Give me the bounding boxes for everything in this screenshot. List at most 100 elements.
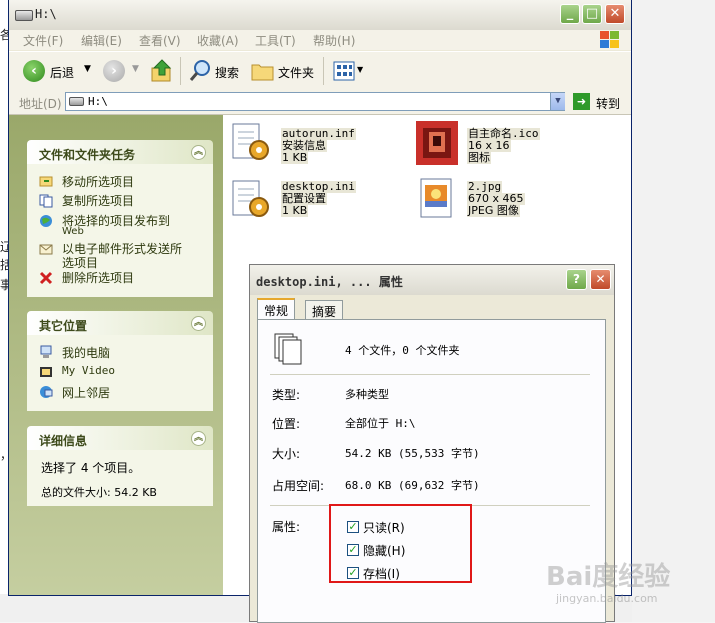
address-label: 地址(D): [19, 97, 62, 111]
toolbar: ‹ 后退 ▼ › ▼ 搜索 文件夹 ▼: [9, 51, 631, 91]
attributes-label: 属性:: [272, 520, 301, 534]
panel-header-details[interactable]: 详细信息 ︽: [27, 426, 213, 450]
dialog-title-bar[interactable]: desktop.ini, ... 属性 ? ✕: [250, 265, 614, 295]
address-input[interactable]: H:\ ▼: [65, 92, 565, 111]
background-page-right: [632, 0, 715, 622]
task-copy[interactable]: 复制所选项目: [62, 192, 134, 209]
publish-web-icon: [40, 215, 52, 227]
task-pane: 文件和文件夹任务 ︽ 移动所选项目 复制所选项目 将选择的项目发布到 Web 以…: [9, 115, 223, 595]
address-bar: 地址(D) H:\ ▼ ➜ 转到: [9, 90, 631, 115]
drive-icon: [69, 97, 84, 106]
views-dropdown-icon[interactable]: ▼: [357, 65, 363, 74]
folders-button-label[interactable]: 文件夹: [278, 64, 314, 81]
panel-body-details: 选择了 4 个项目。 总的文件大小: 54.2 KB: [27, 450, 213, 506]
menu-edit[interactable]: 编辑(E): [81, 32, 122, 49]
file-size: 1 KB: [281, 204, 309, 217]
details-selected-count: 选择了 4 个项目。: [41, 461, 141, 475]
my-computer-icon: [40, 345, 52, 358]
panel-title: 文件和文件夹任务: [39, 148, 136, 162]
size-label: 大小:: [272, 447, 301, 461]
place-my-computer[interactable]: 我的电脑: [62, 344, 110, 361]
file-size: 1 KB: [281, 151, 309, 164]
tab-summary[interactable]: 摘要: [305, 300, 344, 319]
delete-icon: [39, 271, 53, 285]
collapse-chevron-icon[interactable]: ︽: [191, 145, 206, 160]
task-publish-web[interactable]: Web: [62, 226, 84, 237]
address-dropdown-icon[interactable]: ▼: [550, 93, 565, 110]
menu-bar: 文件(F) 编辑(E) 查看(V) 收藏(A) 工具(T) 帮助(H): [9, 30, 631, 50]
type-label: 类型:: [272, 388, 301, 402]
drive-icon: [15, 10, 33, 21]
type-value: 多种类型: [345, 388, 389, 401]
menu-tools[interactable]: 工具(T): [255, 32, 296, 49]
ico-image-icon: [416, 121, 458, 165]
toolbar-separator: [323, 57, 324, 85]
collapse-chevron-icon[interactable]: ︽: [191, 431, 206, 446]
address-value: H:\: [88, 95, 108, 108]
panel-body-file-tasks: 移动所选项目 复制所选项目 将选择的项目发布到 Web 以电子邮件形式发送所 选…: [27, 164, 213, 297]
network-icon: [40, 386, 53, 398]
video-folder-icon: [40, 367, 52, 377]
file-size: JPEG 图像: [467, 204, 520, 217]
close-button[interactable]: ✕: [605, 4, 625, 24]
location-value: 全部位于 H:\: [345, 417, 416, 430]
dialog-title: desktop.ini, ... 属性: [256, 275, 403, 289]
details-total-size: 总的文件大小: 54.2 KB: [41, 486, 157, 499]
panel-title: 详细信息: [39, 434, 88, 448]
multiple-files-icon: [274, 333, 302, 365]
go-button-label[interactable]: 转到: [596, 95, 620, 112]
up-folder-icon[interactable]: [150, 58, 174, 84]
title-bar[interactable]: H:\ _ □ ✕: [9, 0, 631, 31]
disk-size-value: 68.0 KB (69,632 字节): [345, 479, 480, 492]
search-button-label[interactable]: 搜索: [215, 64, 239, 81]
tab-general[interactable]: 常规: [257, 298, 296, 319]
place-network[interactable]: 网上邻居: [62, 384, 110, 401]
location-label: 位置:: [272, 417, 301, 431]
divider: [270, 374, 590, 375]
attributes-highlight-box: [329, 504, 472, 583]
size-value: 54.2 KB (55,533 字节): [345, 447, 480, 460]
copy-icon: [39, 194, 53, 208]
forward-arrow-icon[interactable]: ›: [103, 60, 125, 82]
back-button-label[interactable]: 后退: [50, 64, 74, 81]
task-delete[interactable]: 删除所选项目: [62, 269, 134, 286]
email-icon: [39, 244, 53, 255]
disk-size-label: 占用空间:: [272, 479, 325, 493]
menu-help[interactable]: 帮助(H): [313, 32, 355, 49]
selection-summary: 4 个文件，0 个文件夹: [345, 344, 460, 357]
menu-file[interactable]: 文件(F): [23, 32, 63, 49]
menu-favorites[interactable]: 收藏(A): [197, 32, 239, 49]
jpeg-image-icon: [420, 178, 452, 218]
forward-dropdown-icon[interactable]: ▼: [132, 64, 139, 74]
file-item[interactable]: autorun.inf 安装信息 1 KB: [229, 118, 356, 168]
file-item[interactable]: 2.jpg 670 x 465 JPEG 图像: [415, 175, 535, 225]
settings-file-icon: [232, 123, 269, 160]
back-arrow-icon[interactable]: ‹: [23, 60, 45, 82]
toolbar-separator: [180, 57, 181, 85]
watermark: Bai度经验: [546, 562, 671, 592]
panel-header-other-places[interactable]: 其它位置 ︽: [27, 311, 213, 335]
windows-logo-icon: [600, 31, 619, 48]
maximize-button[interactable]: □: [582, 4, 602, 24]
file-item[interactable]: desktop.ini 配置设置 1 KB: [229, 175, 359, 225]
dialog-close-button[interactable]: ✕: [590, 269, 611, 290]
panel-body-other-places: 我的电脑 My Video 网上邻居: [27, 335, 213, 411]
settings-file-icon: [232, 180, 269, 217]
folders-icon[interactable]: [251, 60, 275, 82]
views-icon[interactable]: [333, 61, 355, 81]
go-arrow-icon[interactable]: ➜: [573, 93, 590, 110]
place-my-video[interactable]: My Video: [62, 364, 115, 377]
help-button[interactable]: ?: [566, 269, 587, 290]
file-item[interactable]: 自主命名.ico 16 x 16 图标: [415, 118, 550, 168]
search-icon[interactable]: [189, 59, 213, 83]
menu-view[interactable]: 查看(V): [139, 32, 181, 49]
window-title: H:\: [35, 7, 57, 21]
panel-header-file-tasks[interactable]: 文件和文件夹任务 ︽: [27, 140, 213, 164]
move-icon: [39, 176, 53, 187]
watermark-url: jingyan.baidu.com: [556, 592, 658, 605]
task-move[interactable]: 移动所选项目: [62, 173, 134, 190]
minimize-button[interactable]: _: [560, 4, 580, 24]
back-dropdown-icon[interactable]: ▼: [84, 64, 91, 74]
collapse-chevron-icon[interactable]: ︽: [191, 316, 206, 331]
panel-title: 其它位置: [39, 319, 88, 333]
